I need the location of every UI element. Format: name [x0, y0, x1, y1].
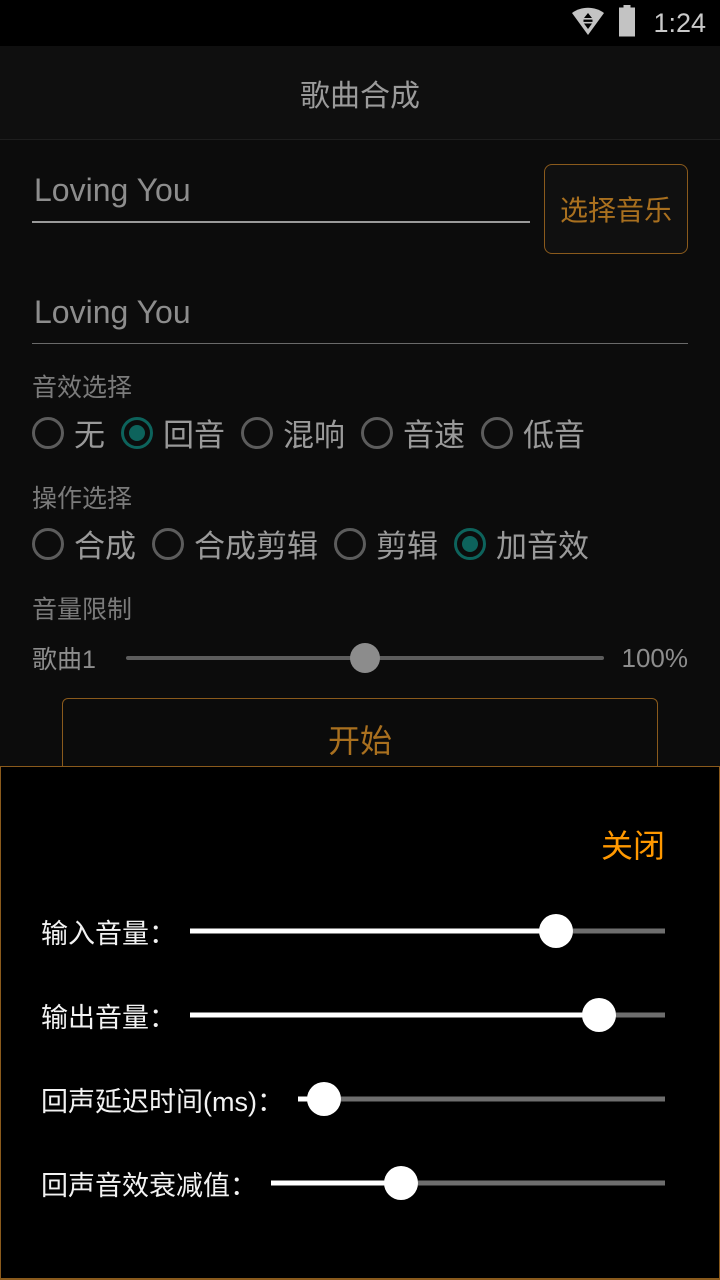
radio-op-merge[interactable]: 合成	[32, 521, 136, 566]
radio-circle-icon	[241, 416, 273, 449]
radio-effect-reverb[interactable]: 混响	[241, 410, 345, 455]
radio-effect-bass[interactable]: 低音	[481, 410, 585, 455]
battery-icon	[617, 4, 637, 42]
radio-op-add-effect[interactable]: 加音效	[454, 521, 589, 566]
title-bar: 歌曲合成	[0, 46, 720, 140]
echo-delay-slider[interactable]	[297, 1079, 665, 1119]
wifi-data-icon	[571, 6, 605, 41]
radio-op-trim[interactable]: 剪辑	[334, 521, 438, 566]
volume-slider-name: 歌曲1	[32, 646, 96, 674]
radio-circle-icon	[481, 416, 513, 449]
song-field-2-wrap: Loving You	[32, 272, 688, 344]
echo-decay-slider[interactable]	[271, 1163, 665, 1203]
radio-circle-checked-icon	[454, 527, 486, 560]
status-clock: 1:24	[653, 7, 706, 38]
song-field-2[interactable]: Loving You	[32, 272, 688, 344]
output-volume-row: 输出音量：	[1, 995, 719, 1035]
song-field-1[interactable]: Loving You	[32, 158, 530, 223]
slider-track-fill	[190, 1012, 599, 1018]
volume-slider-row: 歌曲1 100%	[32, 640, 688, 676]
echo-decay-label: 回声音效衰减值：	[41, 1170, 257, 1201]
input-volume-label: 输入音量：	[41, 918, 176, 949]
app-screen: 1:24 歌曲合成 Loving You 选择音乐 Loving You 音效选…	[0, 0, 720, 1280]
radio-label: 低音	[523, 418, 585, 453]
page-title: 歌曲合成	[300, 79, 420, 113]
radio-effect-speed[interactable]: 音速	[361, 410, 465, 455]
status-icons: 1:24	[571, 4, 706, 42]
slider-thumb[interactable]	[538, 914, 573, 948]
effect-radio-group: 无 回音 混响 音速 低音	[32, 410, 688, 455]
volume-slider-thumb[interactable]	[350, 643, 380, 673]
effect-section-label: 音效选择	[32, 374, 133, 402]
volume-section-label: 音量限制	[32, 596, 133, 624]
radio-circle-checked-icon	[121, 416, 153, 449]
radio-label: 合成	[74, 529, 136, 564]
song-field-1-wrap: Loving You	[32, 158, 544, 223]
output-volume-slider[interactable]	[190, 995, 665, 1035]
close-button[interactable]: 关闭	[601, 821, 665, 867]
radio-circle-icon	[334, 527, 366, 560]
status-bar: 1:24	[0, 0, 720, 46]
radio-label: 混响	[283, 418, 345, 453]
slider-track-background	[297, 1096, 665, 1102]
radio-circle-icon	[32, 416, 64, 449]
radio-label: 加音效	[496, 529, 589, 564]
echo-delay-row: 回声延迟时间(ms)：	[1, 1079, 719, 1119]
radio-label: 合成剪辑	[194, 529, 318, 564]
radio-label: 音速	[403, 418, 465, 453]
echo-decay-row: 回声音效衰减值：	[1, 1163, 719, 1203]
volume-slider[interactable]	[126, 640, 604, 676]
slider-track-fill	[190, 928, 556, 934]
slider-thumb[interactable]	[306, 1082, 341, 1116]
radio-effect-none[interactable]: 无	[32, 410, 105, 455]
radio-op-merge-trim[interactable]: 合成剪辑	[152, 521, 318, 566]
slider-thumb[interactable]	[384, 1166, 419, 1200]
slider-thumb[interactable]	[581, 998, 616, 1032]
slider-track-fill	[271, 1180, 402, 1186]
radio-label: 剪辑	[376, 529, 438, 564]
input-volume-row: 输入音量：	[1, 911, 719, 951]
radio-circle-icon	[152, 527, 184, 560]
radio-label: 回音	[163, 418, 225, 453]
effect-settings-panel: 关闭 输入音量： 输出音量： 回声延迟时间(ms)： 回声音效衰减值：	[0, 766, 720, 1280]
output-volume-label: 输出音量：	[41, 1002, 176, 1033]
radio-effect-echo[interactable]: 回音	[121, 410, 225, 455]
radio-label: 无	[74, 418, 105, 453]
operation-section-label: 操作选择	[32, 485, 133, 513]
echo-delay-label: 回声延迟时间(ms)：	[41, 1086, 284, 1117]
volume-slider-value: 100%	[621, 642, 689, 673]
radio-circle-icon	[32, 527, 64, 560]
close-row: 关闭	[1, 767, 719, 867]
radio-circle-icon	[361, 416, 393, 449]
song-field-1-row: Loving You 选择音乐	[32, 140, 688, 254]
song-field-2-row: Loving You	[32, 254, 688, 344]
operation-radio-group: 合成 合成剪辑 剪辑 加音效	[32, 521, 688, 566]
input-volume-slider[interactable]	[190, 911, 665, 951]
pick-music-button[interactable]: 选择音乐	[544, 164, 688, 254]
main-content: Loving You 选择音乐 Loving You 音效选择 无 回音 混响	[0, 140, 720, 780]
